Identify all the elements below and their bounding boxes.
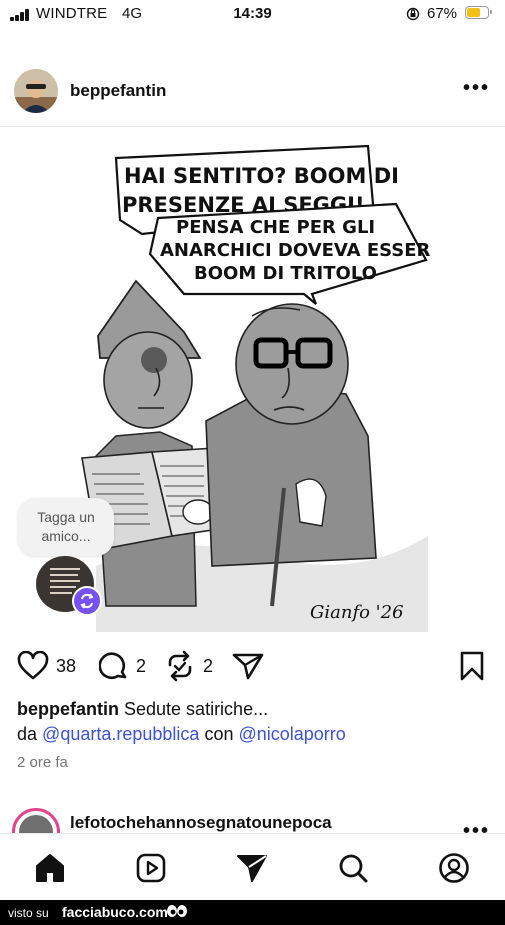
mention-link-1[interactable]: @quarta.repubblica — [42, 724, 199, 744]
reels-icon[interactable] — [135, 852, 167, 884]
speech-bubble-2-line3: BOOM DI TRITOLO — [194, 263, 377, 284]
watermark-eyes-icon — [167, 905, 187, 917]
repost-icon[interactable] — [165, 650, 195, 682]
post-time: 2 ore fa — [17, 754, 68, 771]
like-count[interactable]: 38 — [56, 656, 76, 677]
save-bookmark-icon[interactable] — [459, 651, 485, 681]
mention-link-2[interactable]: @nicolaporro — [238, 724, 345, 744]
comment-count[interactable]: 2 — [136, 656, 146, 677]
speech-bubble-1-line1: HAI SENTITO? BOOM DI — [124, 164, 399, 188]
like-heart-icon[interactable] — [17, 651, 49, 681]
caption-mentions: da @quarta.repubblica con @nicolaporro — [17, 724, 346, 745]
caption-prefix: da — [17, 724, 38, 744]
cartoon-signature: Gianfo '26 — [310, 602, 404, 623]
watermark-site: facciabuco.com — [62, 904, 168, 920]
status-bar: WINDTRE 4G 14:39 67% — [0, 0, 505, 30]
next-post-username[interactable]: lefotochehannosegnatounepoca — [70, 813, 332, 833]
search-icon[interactable] — [337, 852, 369, 884]
speech-bubble-2-line1: PENSA CHE PER GLI — [176, 217, 375, 238]
speech-bubble-2-line2: ANARCHICI DOVEVA ESSERE — [160, 240, 432, 261]
repost-badge-icon[interactable] — [72, 586, 102, 616]
tag-friend-bubble[interactable]: Tagga un amico... — [18, 498, 114, 556]
divider — [0, 126, 505, 127]
more-options-icon[interactable]: ••• — [463, 78, 490, 98]
comment-icon[interactable] — [99, 651, 129, 681]
rotation-lock-icon — [406, 7, 420, 21]
watermark-prefix: visto su — [8, 906, 49, 920]
battery-icon — [465, 6, 492, 19]
caption-username[interactable]: beppefantin — [17, 699, 119, 719]
home-icon[interactable] — [34, 852, 66, 884]
caption: beppefantin Sedute satiriche... — [17, 699, 268, 720]
caption-text: Sedute satiriche... — [119, 699, 269, 719]
post-username[interactable]: beppefantin — [70, 81, 166, 101]
post-image[interactable]: HAI SENTITO? BOOM DI PRESENZE AI SEGGI! … — [76, 136, 432, 632]
avatar[interactable] — [14, 69, 58, 113]
avatar-photo — [14, 69, 58, 113]
caption-conjunction: con — [204, 724, 234, 744]
share-send-icon[interactable] — [232, 652, 264, 680]
repost-count[interactable]: 2 — [203, 656, 213, 677]
messages-icon[interactable] — [236, 852, 268, 884]
watermark-bar: visto su facciabuco.com — [0, 900, 505, 925]
battery-percent: 67% — [427, 5, 458, 22]
profile-icon[interactable] — [438, 852, 470, 884]
